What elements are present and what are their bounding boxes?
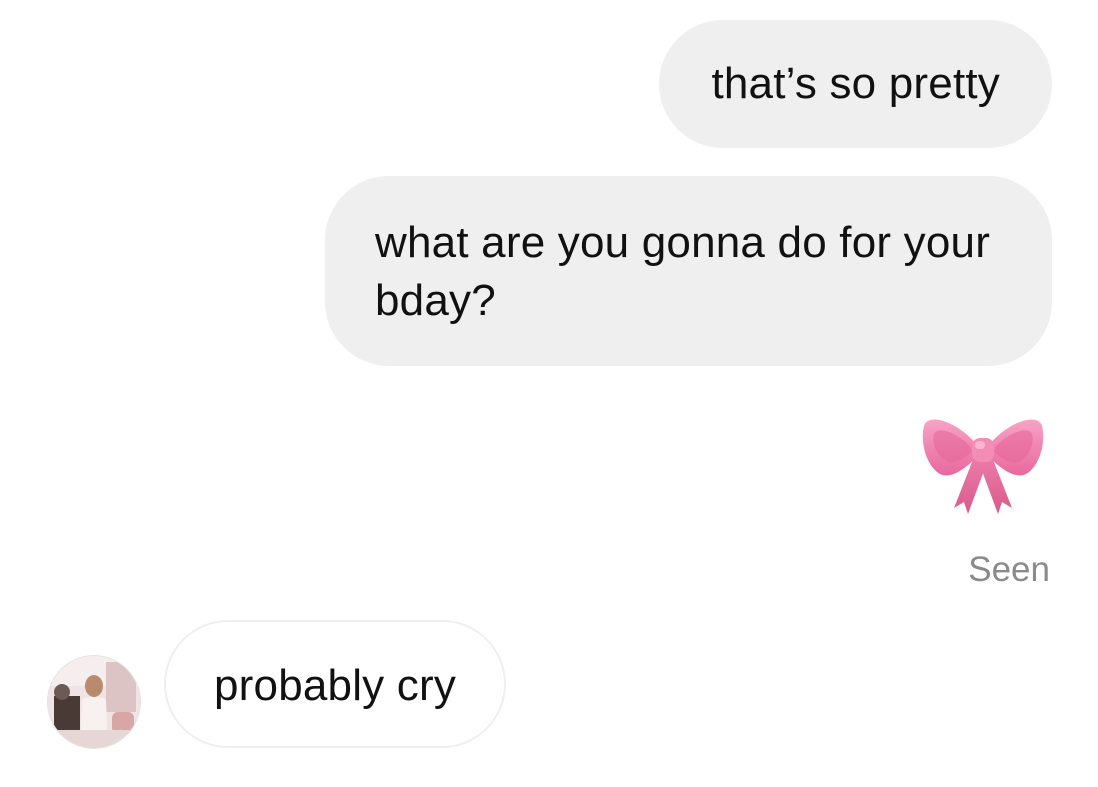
sent-message-bubble[interactable]: that’s so pretty: [659, 20, 1052, 148]
message-text: probably cry: [214, 661, 457, 710]
profile-photo: [48, 656, 140, 748]
ribbon-icon[interactable]: [918, 404, 1048, 516]
sent-message-bubble[interactable]: what are you gonna do for your bday?: [325, 176, 1052, 366]
avatar[interactable]: [48, 656, 140, 748]
seen-status: Seen: [968, 550, 1050, 589]
message-text: that’s so pretty: [711, 59, 1000, 108]
message-text: what are you gonna do for your bday?: [375, 218, 991, 325]
received-message-bubble[interactable]: probably cry: [164, 620, 507, 748]
message-thread: that’s so pretty what are you gonna do f…: [0, 0, 1098, 787]
